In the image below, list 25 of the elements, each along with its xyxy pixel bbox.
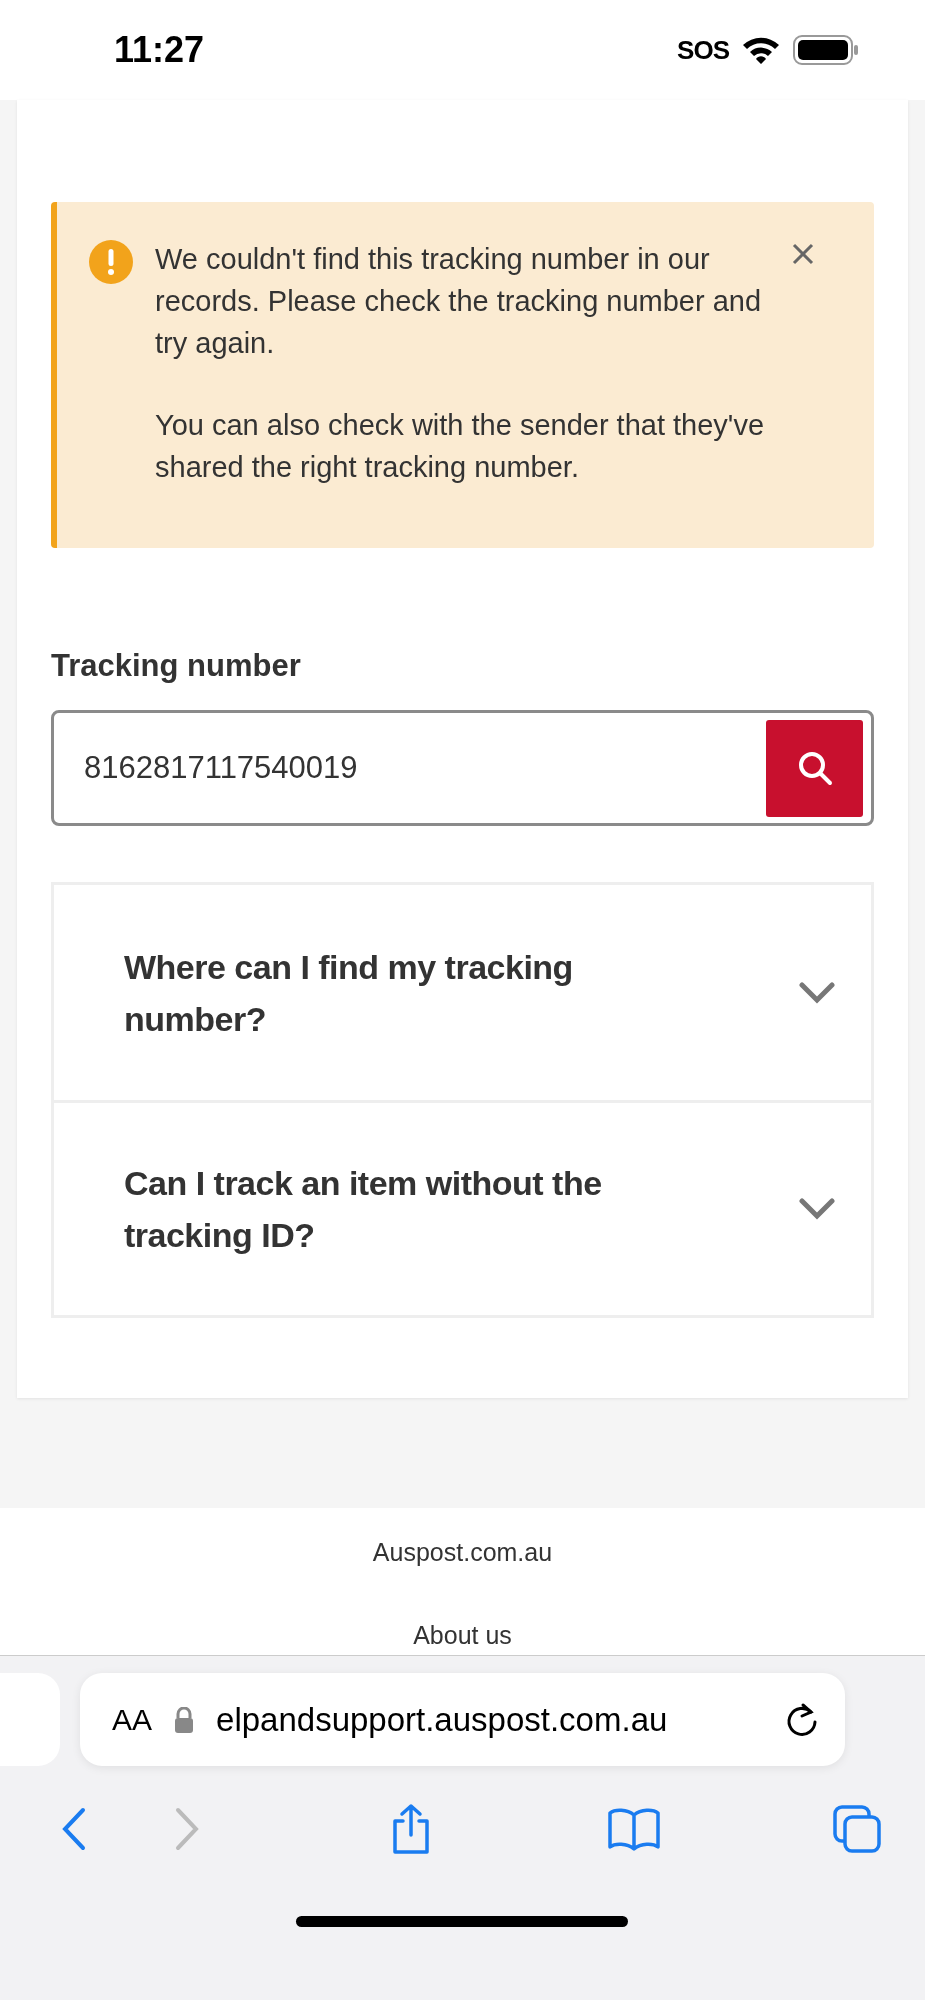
tracking-number-input[interactable]: 8162817117540019 bbox=[82, 749, 766, 787]
book-icon bbox=[606, 1807, 661, 1851]
chevron-icon bbox=[799, 1198, 835, 1220]
carrier-label: SOS bbox=[677, 34, 729, 66]
forward-chevron-icon bbox=[174, 1807, 201, 1851]
back-chevron-icon bbox=[61, 1807, 87, 1851]
tracking-number-field[interactable]: 8162817117540019 bbox=[51, 710, 874, 826]
text-size-button[interactable]: AA bbox=[112, 1702, 153, 1737]
footer-link[interactable]: About us bbox=[413, 1621, 512, 1650]
url-text: elpandsupport.auspost.com.au bbox=[216, 1700, 669, 1739]
footer-link[interactable]: Auspost.com.au bbox=[372, 1538, 553, 1567]
battery-icon bbox=[793, 34, 859, 66]
alert-message: You can also check with the sender that they've shared the right tracking number. bbox=[155, 408, 765, 485]
close-icon bbox=[791, 242, 815, 266]
field-label: Tracking number bbox=[51, 648, 302, 684]
wifi-icon bbox=[741, 35, 781, 65]
status-time: 11:27 bbox=[114, 29, 205, 71]
chevron-icon bbox=[799, 981, 835, 1004]
tabs-icon bbox=[832, 1804, 882, 1854]
reload-icon[interactable] bbox=[785, 1701, 819, 1738]
alert-message: We couldn't find this tracking number in our records. Please check the tracking number and try again. bbox=[155, 242, 763, 361]
warning-icon bbox=[89, 240, 133, 284]
lock-icon bbox=[174, 1706, 195, 1733]
address-bar[interactable]: AA elpandsupport.auspost.com.au bbox=[80, 1673, 845, 1766]
search-button[interactable] bbox=[766, 719, 863, 817]
